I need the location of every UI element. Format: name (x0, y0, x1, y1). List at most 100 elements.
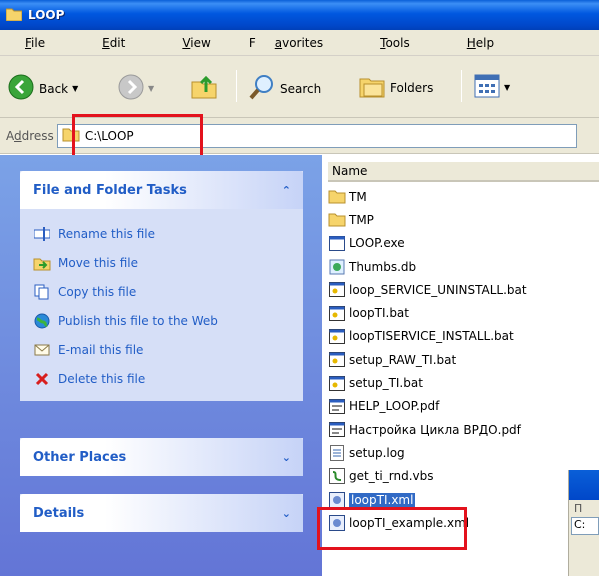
file-name: setup_TI.bat (349, 376, 423, 391)
exe-file-icon (328, 235, 346, 251)
file-row[interactable]: loop_SERVICE_UNINSTALL.bat (328, 278, 527, 301)
highlight-box-file (317, 507, 467, 550)
search-button[interactable]: Search (248, 73, 321, 104)
chevron-down-icon[interactable]: ▼ (72, 84, 78, 93)
back-button[interactable]: Back ▼ (8, 74, 78, 103)
file-row[interactable]: get_ti_rnd.vbs (328, 465, 527, 488)
forward-arrow-icon (118, 74, 144, 103)
file-name: Thumbs.db (349, 259, 417, 274)
overlay-field[interactable]: C: (571, 517, 599, 535)
file-row[interactable]: setup.log (328, 441, 527, 464)
file-row[interactable]: TM (328, 185, 527, 208)
toolbar-divider (236, 70, 237, 102)
window-title: LOOP (28, 8, 65, 22)
menu-favorites[interactable]: Favorites (249, 36, 342, 50)
file-name: setup_RAW_TI.bat (349, 352, 457, 367)
address-label: Address (6, 128, 54, 143)
bat-file-icon (328, 375, 346, 391)
email-icon (33, 341, 51, 359)
move-icon (33, 254, 51, 272)
task-publish-web[interactable]: Publish this file to the Web (33, 306, 303, 335)
file-name: TMP (349, 212, 374, 227)
other-places-panel: Other Places ⌄ (20, 438, 303, 476)
search-label: Search (280, 81, 322, 96)
forward-button[interactable]: ▼ (118, 74, 154, 103)
panel-title: Details (33, 505, 85, 521)
log-file-icon (328, 444, 346, 461)
file-name: setup.log (349, 445, 405, 460)
file-folder-tasks-header[interactable]: File and Folder Tasks ⌃ (20, 171, 303, 209)
file-row[interactable]: Настройка Цикла ВРДО.pdf (328, 418, 527, 441)
bat-file-icon (328, 305, 346, 321)
file-name: loopTISERVICE_INSTALL.bat (349, 329, 514, 344)
task-delete-file[interactable]: Delete this file (33, 364, 303, 393)
folder-icon (5, 7, 23, 24)
column-header-name[interactable]: Name (328, 162, 599, 182)
folders-icon (358, 73, 386, 102)
chevron-down-icon[interactable]: ▼ (504, 83, 510, 92)
task-email-file[interactable]: E-mail this file (33, 335, 303, 364)
file-folder-tasks-panel: File and Folder Tasks ⌃ Rename this file… (20, 171, 303, 401)
folders-button[interactable]: Folders (358, 73, 433, 102)
copy-icon (33, 283, 51, 301)
menu-file[interactable]: File (6, 36, 64, 50)
task-copy-file[interactable]: Copy this file (33, 277, 303, 306)
up-folder-icon (190, 72, 218, 103)
menu-bar: File Edit View Favorites Tools Help (0, 30, 599, 56)
details-header[interactable]: Details ⌄ (20, 494, 303, 532)
vbs-file-icon (328, 468, 346, 485)
other-places-header[interactable]: Other Places ⌄ (20, 438, 303, 476)
menu-view[interactable]: View (163, 36, 229, 50)
toolbar-divider (461, 70, 462, 102)
file-name: HELP_LOOP.pdf (349, 399, 440, 414)
chevron-down-icon[interactable]: ▼ (148, 84, 154, 93)
file-row[interactable]: Thumbs.db (328, 255, 527, 278)
toolbar: Back ▼ ▼ Search Folders ▼ (0, 56, 599, 118)
menu-edit[interactable]: Edit (83, 36, 144, 50)
folders-label: Folders (390, 80, 434, 95)
bat-file-icon (328, 282, 346, 298)
collapse-icon[interactable]: ⌃ (282, 184, 291, 197)
xml-file-icon (328, 491, 346, 508)
bat-file-icon (328, 328, 346, 344)
search-icon (248, 73, 276, 104)
details-panel: Details ⌄ (20, 494, 303, 532)
up-folder-button[interactable] (190, 72, 218, 103)
task-rename-file[interactable]: Rename this file (33, 219, 303, 248)
file-name: get_ti_rnd.vbs (349, 469, 434, 484)
file-row[interactable]: loopTI.bat (328, 301, 527, 324)
menu-tools[interactable]: Tools (361, 36, 429, 50)
file-row[interactable]: setup_TI.bat (328, 371, 527, 394)
file-name: loopTI.xml (349, 492, 416, 507)
back-label: Back (39, 81, 69, 96)
file-row[interactable]: TMP (328, 208, 527, 231)
menu-help[interactable]: Help (448, 36, 513, 50)
highlight-box-address (72, 114, 203, 159)
panel-title: File and Folder Tasks (33, 182, 187, 198)
expand-icon[interactable]: ⌄ (282, 451, 291, 464)
file-name: LOOP.exe (349, 236, 405, 251)
folder-file-icon (328, 189, 346, 205)
rename-icon (33, 225, 51, 243)
views-button[interactable]: ▼ (474, 74, 510, 101)
folder-file-icon (328, 212, 346, 228)
file-row[interactable]: HELP_LOOP.pdf (328, 395, 527, 418)
task-move-file[interactable]: Move this file (33, 248, 303, 277)
file-row[interactable]: setup_RAW_TI.bat (328, 348, 527, 371)
bat-file-icon (328, 352, 346, 368)
file-name: loop_SERVICE_UNINSTALL.bat (349, 282, 527, 297)
panel-title: Other Places (33, 449, 127, 465)
overlapping-window[interactable]: П C: (568, 470, 599, 576)
file-list: TM TMP LOOP.exe Thumbs.db loop_SERVICE_UNINS… (328, 185, 527, 534)
file-row[interactable]: LOOP.exe (328, 232, 527, 255)
delete-icon (33, 370, 51, 388)
title-bar[interactable]: LOOP (0, 0, 599, 30)
views-icon (474, 74, 500, 101)
file-folder-tasks-list: Rename this file Move this file Copy thi… (20, 209, 303, 401)
expand-icon[interactable]: ⌄ (282, 507, 291, 520)
pdf-file-icon (328, 398, 346, 414)
file-row[interactable]: loopTISERVICE_INSTALL.bat (328, 325, 527, 348)
db-file-icon (328, 259, 346, 275)
back-arrow-icon (8, 74, 34, 103)
publish-web-icon (33, 312, 51, 330)
